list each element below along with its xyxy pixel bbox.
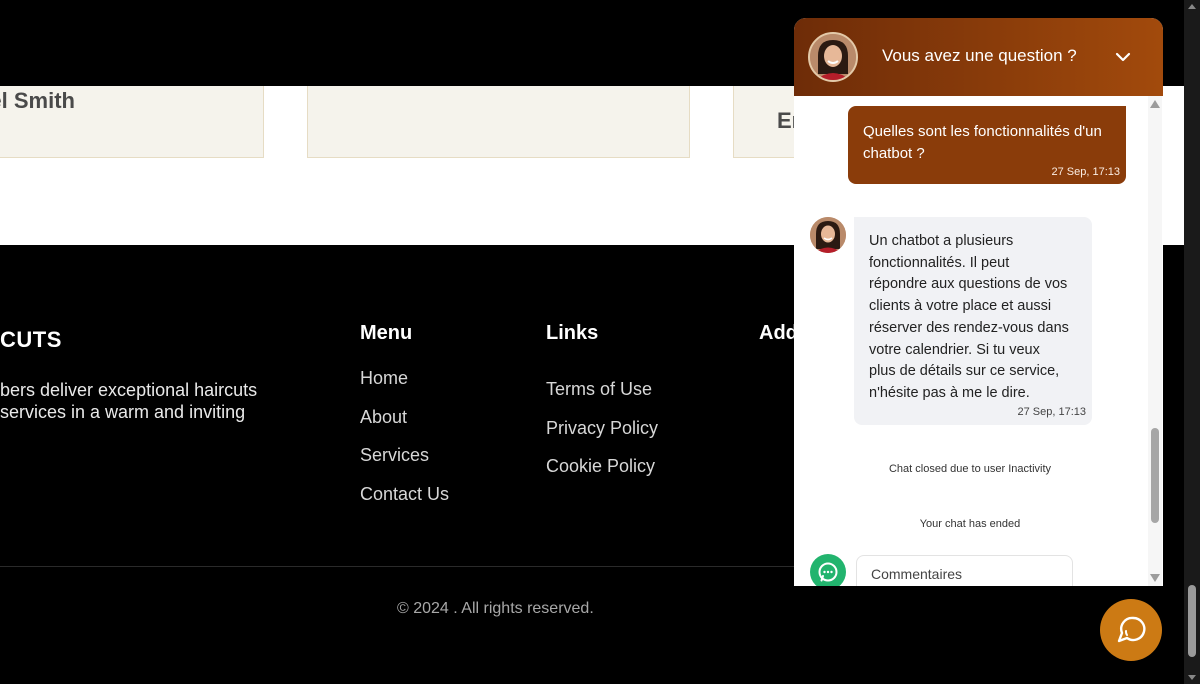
- bot-message-line: n'hésite pas à me le dire.: [869, 384, 1030, 401]
- chat-messages[interactable]: Quelles sont les fonctionnalités d'un ch…: [794, 96, 1163, 586]
- footer-link-services[interactable]: Services: [360, 445, 429, 466]
- bot-message-line: réserver des rendez-vous dans: [869, 319, 1069, 336]
- footer-brand-name: CUTS: [0, 327, 62, 352]
- chat-header: Vous avez une question ?: [794, 18, 1163, 96]
- footer-address-title: Add: [759, 322, 798, 344]
- user-message-bubble: Quelles sont les fonctionnalités d'un ch…: [848, 106, 1126, 184]
- bot-message-text: Un chatbot a plusieurs fonctionnalités. …: [869, 231, 1081, 405]
- bot-message-line: fonctionnalités. Il peut: [869, 254, 1010, 271]
- footer-link-cookie[interactable]: Cookie Policy: [546, 456, 655, 477]
- footer-link-about[interactable]: About: [360, 407, 407, 428]
- chat-scrollbar[interactable]: [1148, 96, 1162, 586]
- testimonial-card: [307, 86, 690, 158]
- message-timestamp: 27 Sep, 17:13: [1017, 406, 1086, 418]
- agent-avatar: [808, 32, 858, 82]
- scroll-down-arrow-icon[interactable]: [1150, 574, 1160, 582]
- message-timestamp: 27 Sep, 17:13: [1051, 166, 1120, 178]
- footer-link-contact[interactable]: Contact Us: [360, 484, 449, 505]
- chat-launcher-button[interactable]: [1100, 599, 1162, 661]
- chat-header-title: Vous avez une question ?: [882, 46, 1077, 65]
- copyright-text: © 2024 . All rights reserved.: [397, 600, 594, 617]
- chat-bubble-icon: [1117, 616, 1146, 643]
- system-message-ended: Your chat has ended: [919, 518, 1021, 530]
- scroll-up-arrow-icon[interactable]: [1188, 4, 1196, 9]
- whatsapp-icon[interactable]: [810, 554, 846, 586]
- chat-widget: Vous avez une question ? Quelles sont le…: [794, 18, 1163, 586]
- user-message-text: Quelles sont les fonctionnalités d'un ch…: [863, 123, 1102, 162]
- footer-link-privacy[interactable]: Privacy Policy: [546, 418, 658, 439]
- footer-link-terms[interactable]: Terms of Use: [546, 379, 652, 400]
- page-scroll-thumb[interactable]: [1188, 585, 1196, 657]
- testimonial-card: el Smith: [0, 86, 264, 158]
- footer-links-title: Links: [546, 322, 599, 344]
- footer-description-line: bers deliver exceptional haircuts: [0, 380, 258, 400]
- chat-scroll-thumb[interactable]: [1151, 428, 1159, 523]
- system-message-inactivity: Chat closed due to user Inactivity: [888, 463, 1052, 475]
- chevron-down-icon[interactable]: [1114, 48, 1132, 66]
- bot-message-bubble: Un chatbot a plusieurs fonctionnalités. …: [854, 217, 1092, 425]
- testimonial-name: el Smith: [0, 88, 75, 113]
- bot-message-line: Un chatbot a plusieurs: [869, 233, 1014, 249]
- bot-message-line: clients à votre place et aussi: [869, 298, 1052, 315]
- bot-avatar: [810, 217, 846, 253]
- footer-brand-description: bers deliver exceptional haircuts servic…: [0, 379, 300, 423]
- bot-message-line: votre calendrier. Si tu veux: [869, 341, 1040, 358]
- bot-message-line: plus de détails sur ce service,: [869, 363, 1060, 380]
- page-scrollbar[interactable]: [1184, 0, 1200, 684]
- footer-divider: [0, 566, 800, 567]
- footer-description-line: services in a warm and inviting: [0, 402, 246, 422]
- scroll-up-arrow-icon[interactable]: [1150, 100, 1160, 108]
- comment-input[interactable]: [871, 566, 1061, 582]
- scroll-down-arrow-icon[interactable]: [1188, 675, 1196, 680]
- footer-menu-title: Menu: [360, 322, 413, 344]
- comment-field[interactable]: [856, 555, 1073, 586]
- footer-link-home[interactable]: Home: [360, 368, 408, 389]
- bot-message-line: répondre aux questions de vos: [869, 276, 1068, 293]
